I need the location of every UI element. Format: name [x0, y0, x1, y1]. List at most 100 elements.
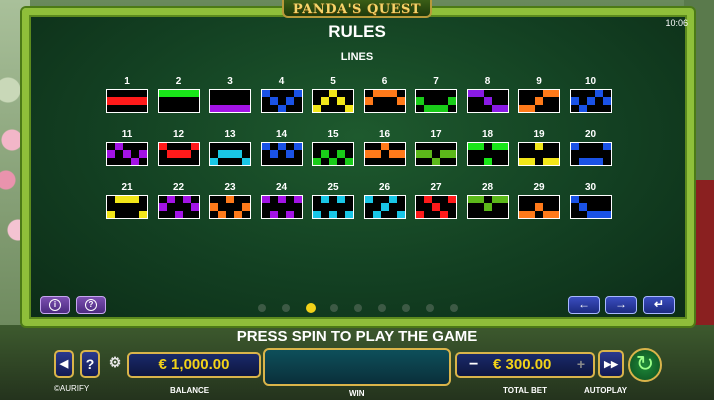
payline-cell: [483, 97, 492, 105]
payline-12: 12: [157, 129, 200, 166]
previous-page-button[interactable]: ←: [568, 296, 600, 314]
pagination-dot[interactable]: [450, 304, 458, 312]
payline-27: 27: [415, 182, 457, 219]
pagination-dot[interactable]: [354, 304, 362, 312]
back-button[interactable]: ↵: [643, 296, 675, 314]
payline-cell: [234, 210, 242, 218]
payline-number: 6: [381, 76, 388, 87]
section-title: LINES: [340, 51, 374, 63]
info-button[interactable]: i: [40, 296, 70, 314]
pagination-dot[interactable]: [330, 304, 338, 312]
payline-cell: [277, 143, 286, 151]
payline-cell: [190, 90, 199, 98]
payline-pattern: [157, 89, 200, 113]
pagination-dot[interactable]: [282, 304, 290, 312]
payline-cell: [551, 210, 559, 218]
pagination-dot[interactable]: [378, 304, 386, 312]
payline-cell: [467, 90, 476, 98]
payline-1: 1: [106, 76, 148, 113]
spin-button[interactable]: ↻: [628, 348, 662, 382]
payline-26: 26: [363, 182, 406, 219]
pagination-dot[interactable]: [426, 304, 434, 312]
payline-cell: [448, 150, 456, 158]
payline-cell: [166, 196, 175, 204]
paytable-button[interactable]: ?: [80, 350, 100, 378]
payline-number: 3: [227, 76, 233, 87]
payline-cell: [166, 90, 175, 98]
payline-cell: [261, 90, 270, 98]
payline-cell: [226, 196, 234, 204]
pagination-dot[interactable]: [306, 303, 316, 313]
settings-button[interactable]: ⚙: [104, 350, 126, 378]
payline-pattern: [415, 89, 457, 113]
info-icon: i: [49, 299, 61, 312]
payline-cell: [329, 210, 337, 218]
balance-value: € 1,000.00: [158, 356, 230, 373]
payline-number: 23: [224, 182, 236, 193]
game-logo-text: PANDA'S QUEST: [292, 2, 422, 17]
payline-cell: [432, 203, 440, 211]
payline-number: 12: [172, 129, 185, 140]
payline-cell: [182, 90, 191, 98]
payline-10: 10: [569, 76, 612, 113]
payline-cell: [380, 90, 389, 98]
question-icon: ?: [85, 356, 95, 372]
payline-cell: [329, 90, 337, 98]
brand-label: ©AURIFY: [54, 384, 90, 393]
payline-pattern: [106, 142, 148, 166]
pagination-dot[interactable]: [258, 304, 266, 312]
payline-pattern: [209, 89, 251, 113]
payline-cell: [551, 90, 559, 98]
payline-number: 5: [330, 76, 336, 87]
bet-decrease-button[interactable]: −: [469, 354, 478, 375]
payline-cell: [313, 157, 321, 165]
payline-cell: [535, 97, 543, 105]
payline-cell: [131, 157, 139, 165]
payline-cell: [345, 104, 353, 112]
payline-number: 19: [533, 129, 545, 140]
payline-25: 25: [312, 182, 354, 219]
payline-cell: [337, 150, 345, 158]
payline-cell: [182, 196, 191, 204]
payline-cell: [364, 196, 373, 204]
payline-cell: [535, 143, 543, 151]
win-label: WIN: [349, 389, 365, 398]
payline-cell: [190, 203, 199, 211]
bet-increase-button[interactable]: +: [577, 354, 585, 375]
payline-cell: [321, 150, 329, 158]
payline-cell: [416, 97, 424, 105]
payline-cell: [448, 196, 456, 204]
payline-22: 22: [157, 182, 200, 219]
payline-cell: [467, 143, 476, 151]
pagination-dot[interactable]: [402, 304, 410, 312]
pagination-dots: [258, 303, 458, 314]
payline-11: 11: [106, 129, 148, 166]
payline-cell: [210, 104, 218, 112]
payline-24: 24: [260, 182, 303, 219]
help-button[interactable]: ?: [76, 296, 106, 314]
payline-number: 9: [536, 76, 542, 87]
payline-number: 24: [275, 182, 288, 193]
payline-cell: [321, 97, 329, 105]
payline-cell: [388, 150, 397, 158]
payline-29: 29: [518, 182, 560, 219]
payline-cell: [293, 143, 302, 151]
payline-cell: [293, 196, 302, 204]
payline-number: 22: [172, 182, 185, 193]
sound-button[interactable]: ◀: [54, 350, 74, 378]
payline-cell: [380, 143, 389, 151]
autoplay-button[interactable]: ▶▶: [598, 350, 624, 378]
autoplay-label: AUTOPLAY: [584, 386, 628, 395]
payline-cell: [218, 104, 226, 112]
payline-cell: [285, 150, 294, 158]
payline-cell: [269, 210, 278, 218]
payline-cell: [491, 104, 500, 112]
payline-cell: [594, 90, 603, 98]
payline-28: 28: [466, 182, 509, 219]
payline-cell: [226, 150, 234, 158]
payline-cell: [131, 97, 139, 105]
next-page-button[interactable]: →: [605, 296, 637, 314]
payline-cell: [483, 157, 492, 165]
payline-cell: [293, 90, 302, 98]
payline-cell: [174, 90, 183, 98]
